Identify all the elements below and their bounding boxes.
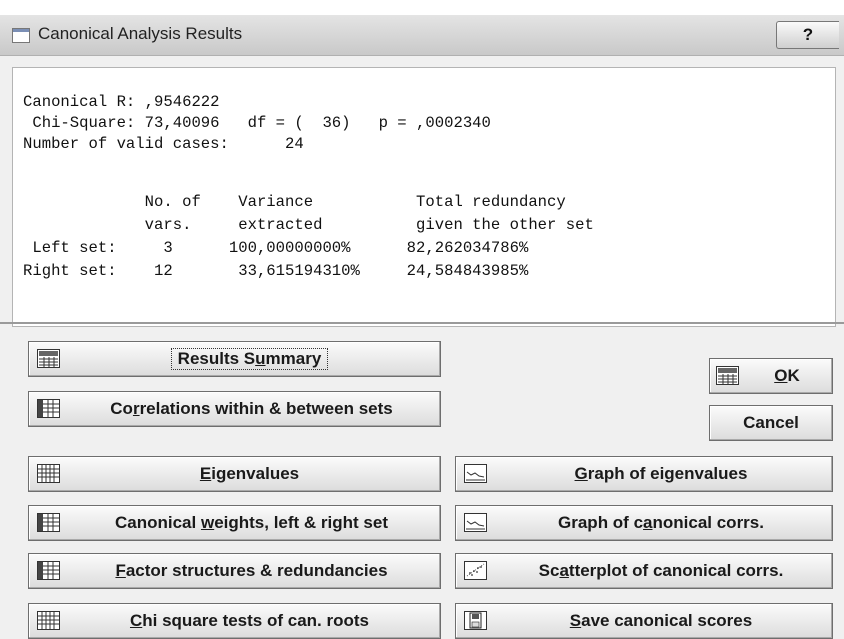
save-canonical-scores-button[interactable]: Save canonical scores xyxy=(455,603,833,639)
ok-label: OK xyxy=(774,366,800,385)
graph-of-eigenvalues-button[interactable]: Graph of eigenvalues xyxy=(455,456,833,492)
ok-button[interactable]: OK xyxy=(709,358,833,394)
summary-icon xyxy=(716,366,739,385)
eigenvalues-label: Eigenvalues xyxy=(199,464,300,483)
graph-of-canonical-corrs-button[interactable]: Graph of canonical corrs. xyxy=(455,505,833,541)
scatterplot-label: Scatterplot of canonical corrs. xyxy=(538,561,784,580)
separator xyxy=(0,322,844,324)
line-graph-icon xyxy=(464,464,487,483)
scatterplot-button[interactable]: Scatterplot of canonical corrs. xyxy=(455,553,833,589)
output-line: Canonical R: ,9546222 xyxy=(23,93,220,111)
chi-square-tests-label: Chi square tests of can. roots xyxy=(129,611,369,630)
output-line: vars. extracted given the other set xyxy=(23,216,594,234)
factor-structures-button[interactable]: Factor structures & redundancies xyxy=(28,553,441,589)
canonical-weights-label: Canonical weights, left & right set xyxy=(115,513,388,532)
output-line: Number of valid cases: 24 xyxy=(23,135,304,153)
dialog-window: Canonical Analysis Results ? Canonical R… xyxy=(0,15,844,639)
output-line: No. of Variance Total redundancy xyxy=(23,193,566,211)
graph-of-canonical-corrs-label: Graph of canonical corrs. xyxy=(558,513,764,532)
correlations-button[interactable]: Correlations within & between sets xyxy=(28,391,441,427)
cancel-label: Cancel xyxy=(743,413,799,432)
floppy-disk-icon xyxy=(464,611,487,630)
window-icon xyxy=(12,28,30,43)
output-line: Chi-Square: 73,40096 df = ( 36) p = ,000… xyxy=(23,114,491,132)
chi-square-tests-button[interactable]: Chi square tests of can. roots xyxy=(28,603,441,639)
grid-icon xyxy=(37,611,60,630)
grid-icon xyxy=(37,464,60,483)
table-icon xyxy=(37,399,60,418)
results-output-pane: Canonical R: ,9546222 Chi-Square: 73,400… xyxy=(12,67,836,327)
canonical-weights-button[interactable]: Canonical weights, left & right set xyxy=(28,505,441,541)
scatterplot-icon xyxy=(464,561,487,580)
output-line: Right set: 12 33,615194310% 24,584843985… xyxy=(23,262,529,280)
eigenvalues-button[interactable]: Eigenvalues xyxy=(28,456,441,492)
cancel-button[interactable]: Cancel xyxy=(709,405,833,441)
table-icon xyxy=(37,561,60,580)
line-graph-icon xyxy=(464,513,487,532)
save-canonical-scores-label: Save canonical scores xyxy=(569,611,753,630)
summary-icon xyxy=(37,349,60,368)
graph-of-eigenvalues-label: Graph of eigenvalues xyxy=(574,464,748,483)
correlations-label: Correlations within & between sets xyxy=(110,399,393,418)
table-icon xyxy=(37,513,60,532)
results-summary-label: Results Summary xyxy=(170,348,329,370)
output-line: Left set: 3 100,00000000% 82,262034786% xyxy=(23,239,529,257)
help-button[interactable]: ? xyxy=(776,21,839,49)
window-title: Canonical Analysis Results xyxy=(38,24,243,43)
title-bar: Canonical Analysis Results ? xyxy=(0,15,844,56)
factor-structures-label: Factor structures & redundancies xyxy=(115,561,388,580)
results-summary-button[interactable]: Results Summary xyxy=(28,341,441,377)
